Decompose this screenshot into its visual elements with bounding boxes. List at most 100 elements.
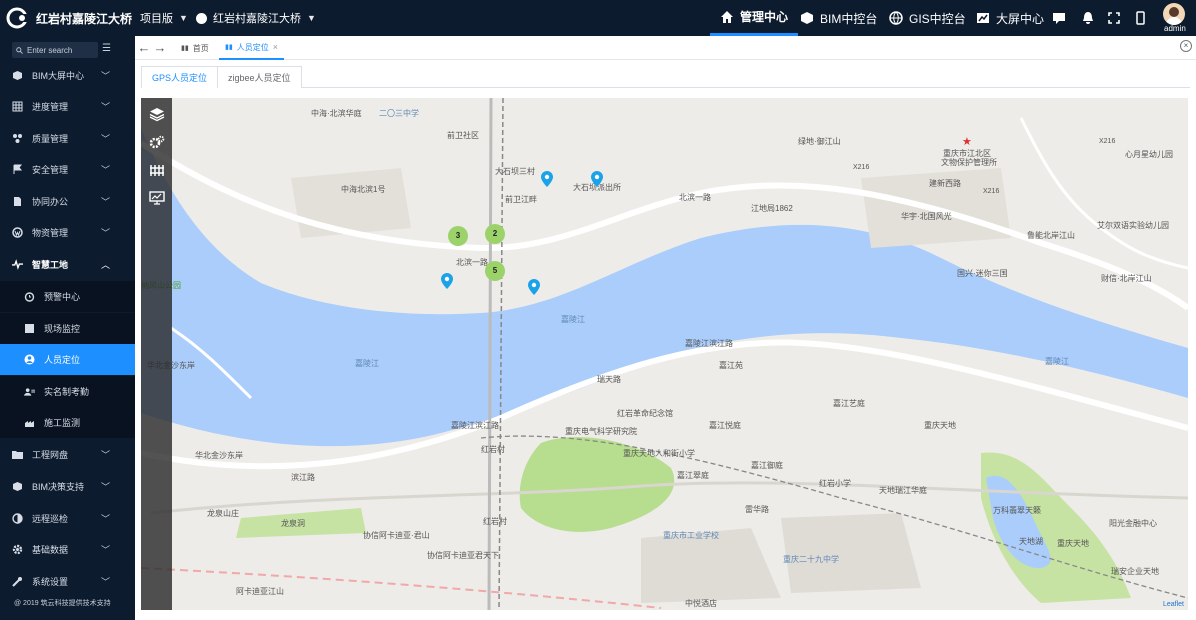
map-label: 龙泉山庄 xyxy=(207,509,239,518)
id-card-icon xyxy=(24,386,35,397)
map-label: 天地瑞江华庭 xyxy=(879,486,927,495)
map-label: 万科翡翠天籁 xyxy=(993,506,1041,515)
menu-label: 基础数据 xyxy=(32,545,69,555)
menu-label: 协同办公 xyxy=(32,197,69,207)
menu-remote-inspection[interactable]: 远程巡检 ﹀ xyxy=(0,503,135,534)
gauge-icon xyxy=(24,417,35,428)
menu-quality[interactable]: 质量管理 ﹀ xyxy=(0,123,135,154)
map-label: 大石坝三村 xyxy=(495,167,535,176)
nav-management-center[interactable]: 管理中心 xyxy=(710,0,799,36)
search-icon xyxy=(16,46,23,54)
nav-bim-console[interactable]: BIM中控台 xyxy=(800,0,877,36)
map-label: 中海·北滨华庭 xyxy=(311,109,362,118)
monitor-icon xyxy=(24,323,35,334)
close-icon[interactable]: × xyxy=(273,42,278,52)
tab-home[interactable]: ▮▮ 首页 xyxy=(175,36,215,60)
chevron-up-icon: ︿ xyxy=(101,260,111,270)
map-label: 重庆天地人和街小学 xyxy=(623,449,695,458)
menu-label: 工程网盘 xyxy=(32,450,69,460)
menu-label: 安全管理 xyxy=(32,165,69,175)
chevron-down-icon: ﹀ xyxy=(101,450,111,460)
map-label: 艾尔双语实验幼儿园 xyxy=(1097,221,1169,230)
chevron-down-icon: ﹀ xyxy=(101,228,111,238)
map-label: 红岩革命纪念馆 xyxy=(617,409,673,418)
fullscreen-icon[interactable] xyxy=(1108,0,1120,36)
personnel-cluster[interactable]: 2 xyxy=(485,224,505,244)
bell-icon[interactable] xyxy=(1082,0,1094,36)
map-view[interactable]: 中海·北滨华庭 前卫社区 二〇三中学 大石坝三村 大石坝派出所 前卫江畔 中海北… xyxy=(141,98,1188,610)
map-label: 嘉陵江 xyxy=(1045,357,1069,366)
submenu-construction-monitor[interactable]: 施工监测 xyxy=(0,407,135,438)
submenu-personnel-location[interactable]: 人员定位 xyxy=(0,344,135,375)
menu-label: 施工监测 xyxy=(44,418,81,428)
nav-big-screen[interactable]: 大屏中心 xyxy=(976,0,1044,36)
half-circle-icon xyxy=(12,513,23,524)
submenu-attendance[interactable]: 实名制考勤 xyxy=(0,376,135,407)
map-label: 红岩村 xyxy=(483,517,507,526)
monitor-screen-icon[interactable] xyxy=(147,188,166,207)
site-selector[interactable]: 红岩村嘉陵江大桥 ▼ xyxy=(196,0,316,36)
map-label: 建新西路 xyxy=(929,179,961,188)
location-pin-icon[interactable] xyxy=(591,171,603,187)
page-tab-bar: ← → ▮▮ 首页 ▮▮ 人员定位 × × xyxy=(135,36,1196,60)
menu-label: BIM大屏中心 xyxy=(32,71,85,81)
back-arrow-icon[interactable]: ← xyxy=(137,40,151,55)
page-icon: ▮▮ xyxy=(181,45,189,52)
map-attribution[interactable]: Leaflet xyxy=(1163,601,1184,608)
top-bar: 红岩村嘉陵江大桥 项目版 ▼ 红岩村嘉陵江大桥 ▼ 管理中心 BIM中控台 GI… xyxy=(0,0,1196,36)
menu-materials[interactable]: 物资管理 ﹀ xyxy=(0,217,135,248)
tab-gps-location[interactable]: GPS人员定位 xyxy=(141,66,219,88)
chevron-down-icon: ﹀ xyxy=(101,577,111,587)
submenu-site-monitor[interactable]: 现场监控 xyxy=(0,313,135,344)
nav-gis-console[interactable]: GIS中控台 xyxy=(889,0,966,36)
mobile-icon[interactable] xyxy=(1136,0,1145,36)
map-label: 红岩村 xyxy=(481,445,505,454)
gear-icon xyxy=(12,544,23,555)
close-all-tabs-icon[interactable]: × xyxy=(1180,40,1192,52)
location-pin-icon[interactable] xyxy=(528,279,540,295)
map-label: 滨江路 xyxy=(291,473,315,482)
menu-label: 智慧工地 xyxy=(32,260,69,270)
menu-bim-screen[interactable]: BIM大屏中心 ﹀ xyxy=(0,60,135,91)
forward-arrow-icon[interactable]: → xyxy=(153,40,167,55)
tab-zigbee-location[interactable]: zigbee人员定位 xyxy=(217,66,302,88)
location-pin-icon[interactable] xyxy=(441,273,453,289)
map-label: 鲁能北岸江山 xyxy=(1027,231,1075,240)
fence-icon[interactable] xyxy=(147,160,166,179)
search-box[interactable]: Enter search xyxy=(12,42,98,58)
menu-drive[interactable]: 工程网盘 ﹀ xyxy=(0,439,135,470)
menu-smart-site[interactable]: 智慧工地 ︿ xyxy=(0,249,135,280)
app-logo[interactable]: 红岩村嘉陵江大桥 xyxy=(6,7,132,29)
map-label: 嘉江翠庭 xyxy=(677,471,709,480)
avatar[interactable] xyxy=(1163,3,1185,25)
menu-label: 系统设置 xyxy=(32,577,69,587)
menu-progress[interactable]: 进度管理 ﹀ xyxy=(0,91,135,122)
map-label: 前卫社区 xyxy=(447,131,479,140)
map-label: X216 xyxy=(853,164,870,171)
tab-personnel-location[interactable]: ▮▮ 人员定位 × xyxy=(219,36,284,60)
map-label: 北滨一路 xyxy=(456,258,488,267)
menu-safety[interactable]: 安全管理 ﹀ xyxy=(0,154,135,185)
search-input[interactable]: Enter search xyxy=(27,46,72,55)
settings-gears-icon[interactable] xyxy=(147,132,166,151)
menu-bim-decision[interactable]: BIM决策支持 ﹀ xyxy=(0,471,135,502)
personnel-cluster[interactable]: 5 xyxy=(485,261,505,281)
menu-collab[interactable]: 协同办公 ﹀ xyxy=(0,186,135,217)
layers-icon[interactable] xyxy=(147,104,166,123)
menu-base-data[interactable]: 基础数据 ﹀ xyxy=(0,534,135,565)
project-selector[interactable]: 项目版 ▼ xyxy=(140,0,188,36)
submenu-alarm-center[interactable]: 预警中心 xyxy=(0,281,135,312)
personnel-cluster[interactable]: 3 xyxy=(448,226,468,246)
map-label: 前卫江畔 xyxy=(505,195,537,204)
globe-icon xyxy=(889,11,903,25)
tree-icon xyxy=(12,133,23,144)
map-label: 中悦酒店 xyxy=(685,599,717,608)
map-label: 二〇三中学 xyxy=(379,109,419,118)
map-label: X216 xyxy=(1099,138,1116,145)
message-icon[interactable] xyxy=(1052,0,1066,36)
menu-label: 现场监控 xyxy=(44,324,81,334)
location-pin-icon[interactable] xyxy=(541,171,553,187)
map-label: 阿卡迪亚江山 xyxy=(236,587,284,596)
collapse-menu-icon[interactable]: ☰ xyxy=(102,43,112,55)
menu-settings[interactable]: 系统设置 ﹀ xyxy=(0,566,135,597)
